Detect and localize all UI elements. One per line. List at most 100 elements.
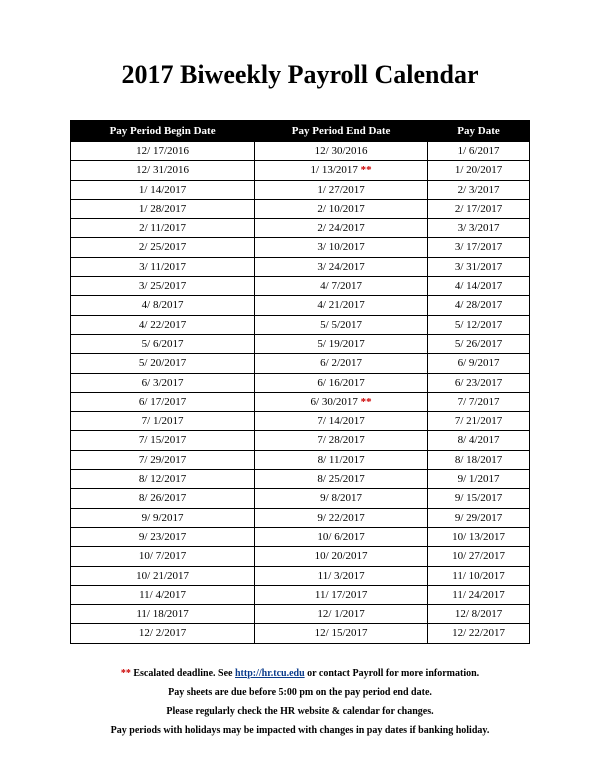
cell-end-date: 5/ 5/2017 (255, 315, 428, 334)
table-row: 3/ 25/20174/ 7/20174/ 14/2017 (71, 277, 530, 296)
cell-pay-date: 8/ 4/2017 (428, 431, 530, 450)
cell-pay-date: 6/ 9/2017 (428, 354, 530, 373)
cell-begin-date: 6/ 17/2017 (71, 392, 255, 411)
table-row: 3/ 11/20173/ 24/20173/ 31/2017 (71, 257, 530, 276)
cell-pay-date: 8/ 18/2017 (428, 450, 530, 469)
cell-end-date: 10/ 6/2017 (255, 527, 428, 546)
cell-begin-date: 12/ 2/2017 (71, 624, 255, 643)
cell-pay-date: 4/ 28/2017 (428, 296, 530, 315)
table-row: 7/ 15/20177/ 28/20178/ 4/2017 (71, 431, 530, 450)
cell-pay-date: 6/ 23/2017 (428, 373, 530, 392)
footnote-paysheets: Pay sheets are due before 5:00 pm on the… (70, 683, 530, 702)
table-row: 9/ 23/201710/ 6/201710/ 13/2017 (71, 527, 530, 546)
cell-begin-date: 5/ 20/2017 (71, 354, 255, 373)
cell-end-date: 2/ 10/2017 (255, 199, 428, 218)
cell-begin-date: 1/ 28/2017 (71, 199, 255, 218)
cell-pay-date: 9/ 1/2017 (428, 470, 530, 489)
table-row: 11/ 4/201711/ 17/201711/ 24/2017 (71, 585, 530, 604)
table-row: 8/ 12/20178/ 25/20179/ 1/2017 (71, 470, 530, 489)
cell-begin-date: 8/ 12/2017 (71, 470, 255, 489)
cell-begin-date: 5/ 6/2017 (71, 334, 255, 353)
cell-end-date: 3/ 24/2017 (255, 257, 428, 276)
table-row: 8/ 26/20179/ 8/20179/ 15/2017 (71, 489, 530, 508)
cell-pay-date: 3/ 17/2017 (428, 238, 530, 257)
cell-end-date: 12/ 30/2016 (255, 142, 428, 161)
table-row: 1/ 28/20172/ 10/20172/ 17/2017 (71, 199, 530, 218)
cell-begin-date: 6/ 3/2017 (71, 373, 255, 392)
cell-end-date: 6/ 2/2017 (255, 354, 428, 373)
cell-begin-date: 8/ 26/2017 (71, 489, 255, 508)
cell-pay-date: 10/ 13/2017 (428, 527, 530, 546)
cell-begin-date: 12/ 17/2016 (71, 142, 255, 161)
cell-pay-date: 2/ 3/2017 (428, 180, 530, 199)
cell-pay-date: 12/ 8/2017 (428, 605, 530, 624)
table-row: 11/ 18/201712/ 1/201712/ 8/2017 (71, 605, 530, 624)
cell-pay-date: 9/ 15/2017 (428, 489, 530, 508)
cell-begin-date: 7/ 29/2017 (71, 450, 255, 469)
cell-pay-date: 4/ 14/2017 (428, 277, 530, 296)
cell-end-date: 7/ 14/2017 (255, 412, 428, 431)
cell-end-date: 6/ 16/2017 (255, 373, 428, 392)
col-begin-date: Pay Period Begin Date (71, 121, 255, 142)
document-page: 2017 Biweekly Payroll Calendar Pay Perio… (0, 0, 600, 770)
table-row: 12/ 17/201612/ 30/20161/ 6/2017 (71, 142, 530, 161)
table-row: 4/ 22/20175/ 5/20175/ 12/2017 (71, 315, 530, 334)
cell-end-date: 11/ 3/2017 (255, 566, 428, 585)
cell-end-date: 6/ 30/2017 ** (255, 392, 428, 411)
footnote-text-a: Escalated deadline. See (131, 668, 235, 679)
footnotes: ** Escalated deadline. See http://hr.tcu… (70, 664, 530, 740)
table-row: 7/ 29/20178/ 11/20178/ 18/2017 (71, 450, 530, 469)
cell-end-date: 4/ 7/2017 (255, 277, 428, 296)
cell-end-date: 4/ 21/2017 (255, 296, 428, 315)
cell-begin-date: 2/ 11/2017 (71, 219, 255, 238)
table-row: 6/ 3/20176/ 16/20176/ 23/2017 (71, 373, 530, 392)
cell-begin-date: 4/ 8/2017 (71, 296, 255, 315)
table-row: 1/ 14/20171/ 27/20172/ 3/2017 (71, 180, 530, 199)
cell-begin-date: 12/ 31/2016 (71, 161, 255, 180)
cell-end-date: 12/ 1/2017 (255, 605, 428, 624)
hr-link[interactable]: http://hr.tcu.edu (235, 668, 305, 679)
cell-end-date: 5/ 19/2017 (255, 334, 428, 353)
cell-begin-date: 4/ 22/2017 (71, 315, 255, 334)
cell-end-date: 2/ 24/2017 (255, 219, 428, 238)
footnote-check-hr: Please regularly check the HR website & … (70, 702, 530, 721)
cell-pay-date: 3/ 3/2017 (428, 219, 530, 238)
cell-end-date: 3/ 10/2017 (255, 238, 428, 257)
table-row: 2/ 11/20172/ 24/20173/ 3/2017 (71, 219, 530, 238)
cell-pay-date: 1/ 6/2017 (428, 142, 530, 161)
escalated-marker: ** (361, 164, 372, 176)
table-row: 2/ 25/20173/ 10/20173/ 17/2017 (71, 238, 530, 257)
cell-begin-date: 9/ 9/2017 (71, 508, 255, 527)
cell-begin-date: 7/ 15/2017 (71, 431, 255, 450)
footnote-holidays: Pay periods with holidays may be impacte… (70, 721, 530, 740)
cell-end-date: 10/ 20/2017 (255, 547, 428, 566)
table-row: 10/ 21/201711/ 3/201711/ 10/2017 (71, 566, 530, 585)
cell-end-date: 8/ 25/2017 (255, 470, 428, 489)
cell-pay-date: 5/ 12/2017 (428, 315, 530, 334)
cell-end-date: 1/ 27/2017 (255, 180, 428, 199)
table-row: 5/ 6/20175/ 19/20175/ 26/2017 (71, 334, 530, 353)
table-row: 4/ 8/20174/ 21/20174/ 28/2017 (71, 296, 530, 315)
col-end-date: Pay Period End Date (255, 121, 428, 142)
escalated-marker: ** (361, 396, 372, 408)
cell-pay-date: 10/ 27/2017 (428, 547, 530, 566)
cell-end-date: 11/ 17/2017 (255, 585, 428, 604)
footnote-escalated: ** Escalated deadline. See http://hr.tcu… (70, 664, 530, 683)
cell-pay-date: 7/ 21/2017 (428, 412, 530, 431)
cell-end-date: 8/ 11/2017 (255, 450, 428, 469)
cell-begin-date: 3/ 25/2017 (71, 277, 255, 296)
cell-pay-date: 1/ 20/2017 (428, 161, 530, 180)
page-title: 2017 Biweekly Payroll Calendar (70, 60, 530, 90)
cell-begin-date: 10/ 7/2017 (71, 547, 255, 566)
cell-end-date: 1/ 13/2017 ** (255, 161, 428, 180)
cell-begin-date: 2/ 25/2017 (71, 238, 255, 257)
table-row: 9/ 9/20179/ 22/20179/ 29/2017 (71, 508, 530, 527)
cell-pay-date: 5/ 26/2017 (428, 334, 530, 353)
cell-pay-date: 3/ 31/2017 (428, 257, 530, 276)
cell-begin-date: 1/ 14/2017 (71, 180, 255, 199)
cell-end-date: 7/ 28/2017 (255, 431, 428, 450)
cell-begin-date: 7/ 1/2017 (71, 412, 255, 431)
table-header-row: Pay Period Begin Date Pay Period End Dat… (71, 121, 530, 142)
cell-pay-date: 2/ 17/2017 (428, 199, 530, 218)
cell-begin-date: 10/ 21/2017 (71, 566, 255, 585)
